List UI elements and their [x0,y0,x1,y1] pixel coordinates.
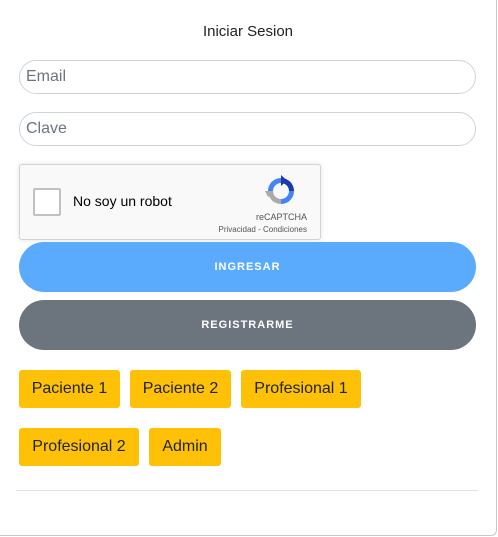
recaptcha-checkbox[interactable] [33,188,61,216]
recaptcha-logo-icon [265,175,294,204]
quick-login-paciente-1-button[interactable]: Paciente 1 [19,370,120,408]
quick-login-paciente-2-button[interactable]: Paciente 2 [130,370,231,408]
login-title: Iniciar Sesion [202,23,294,40]
recaptcha-brand: reCAPTCHA [255,212,307,222]
quick-login-profesional-2-button[interactable]: Profesional 2 [19,428,139,466]
quick-login-profesional-1-button[interactable]: Profesional 1 [241,370,361,408]
recaptcha-label: No soy un robot [73,193,172,209]
recaptcha-widget: No soy un robot reCAPTCHA Privacidad - C… [19,164,321,240]
divider [16,490,478,491]
login-button[interactable]: INGRESAR [19,242,476,292]
password-input[interactable] [19,112,476,146]
login-card: Iniciar Sesion No soy un robot reCAPTCHA… [0,0,497,536]
register-button[interactable]: REGISTRARME [19,300,476,350]
quick-login-admin-button[interactable]: Admin [149,428,221,466]
email-input[interactable] [19,60,476,94]
recaptcha-links[interactable]: Privacidad - Condiciones [219,225,308,234]
